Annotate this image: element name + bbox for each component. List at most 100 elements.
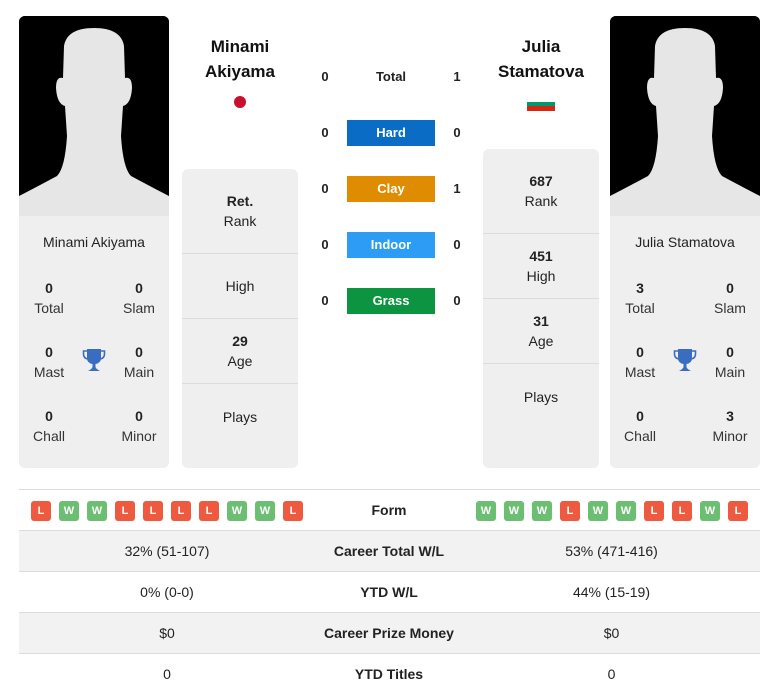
trophy-icon bbox=[82, 349, 106, 371]
surface-grass-button[interactable]: Grass bbox=[347, 288, 435, 314]
h2h-hard-row: 0 Hard 0 bbox=[315, 120, 465, 146]
h2h-right-count: 1 bbox=[453, 181, 461, 196]
h2h-total-label: Total bbox=[375, 69, 407, 84]
player-right-rank-card: 687 Rank 451 High 31 Age Plays bbox=[483, 149, 599, 468]
left-value: 32% (51-107) bbox=[124, 543, 210, 559]
left-titles-main: 0 Main bbox=[123, 344, 155, 380]
player-right-card: Julia Stamatova 3 Total 0 Slam 0 Mast 0 Main… bbox=[610, 16, 760, 468]
h2h-right-count: 0 bbox=[453, 293, 461, 308]
right-titles-mast: 0 Mast bbox=[624, 344, 656, 380]
player-right-first-name: Julia bbox=[521, 37, 561, 56]
right-high: 451 High bbox=[483, 234, 599, 299]
table-row: 0 YTD Titles 0 bbox=[19, 653, 760, 694]
row-label: Career Prize Money bbox=[324, 625, 454, 641]
right-titles-chall: 0 Chall bbox=[624, 408, 656, 444]
left-titles-mast: 0 Mast bbox=[33, 344, 65, 380]
h2h-left-count: 0 bbox=[321, 181, 329, 196]
form-win-badge[interactable]: W bbox=[59, 501, 79, 521]
left-age: 29 Age bbox=[182, 319, 298, 384]
form-loss-badge[interactable]: L bbox=[672, 501, 692, 521]
right-value: $0 bbox=[603, 625, 620, 641]
left-titles-total: 0 Total bbox=[34, 280, 64, 316]
avatar-silhouette-icon bbox=[19, 16, 169, 216]
right-titles-main: 0 Main bbox=[714, 344, 746, 380]
form-loss-badge[interactable]: L bbox=[171, 501, 191, 521]
surface-clay-button[interactable]: Clay bbox=[347, 176, 435, 202]
right-titles-minor: 3 Minor bbox=[712, 408, 748, 444]
right-titles-total: 3 Total bbox=[625, 280, 655, 316]
h2h-left-count: 0 bbox=[321, 237, 329, 252]
form-loss-badge[interactable]: L bbox=[283, 501, 303, 521]
h2h-clay-row: 0 Clay 1 bbox=[315, 176, 465, 202]
left-value: 0% (0-0) bbox=[140, 584, 194, 600]
h2h-left-count: 0 bbox=[321, 293, 329, 308]
player-left-card-name: Minami Akiyama bbox=[43, 234, 145, 250]
form-win-badge[interactable]: W bbox=[504, 501, 524, 521]
japan-flag-icon bbox=[234, 96, 246, 108]
player-right-card-name: Julia Stamatova bbox=[635, 234, 735, 250]
row-label: Career Total W/L bbox=[333, 543, 445, 559]
player-right-form: WWWLWWLLWL bbox=[476, 501, 748, 521]
table-row: 32% (51-107) Career Total W/L 53% (471-4… bbox=[19, 530, 760, 571]
form-row: LWWLLLLWWL Form WWWLWWLLWL bbox=[19, 489, 760, 530]
form-win-badge[interactable]: W bbox=[616, 501, 636, 521]
form-win-badge[interactable]: W bbox=[700, 501, 720, 521]
left-value: 0 bbox=[163, 666, 171, 682]
surface-indoor-button[interactable]: Indoor bbox=[347, 232, 435, 258]
form-loss-badge[interactable]: L bbox=[31, 501, 51, 521]
table-row: $0 Career Prize Money $0 bbox=[19, 612, 760, 653]
player-right-name-link[interactable]: Julia Stamatova bbox=[466, 34, 616, 84]
left-rank: Ret. Rank bbox=[182, 169, 298, 254]
h2h-right-count: 1 bbox=[453, 69, 461, 84]
row-label: YTD Titles bbox=[354, 666, 424, 682]
form-win-badge[interactable]: W bbox=[588, 501, 608, 521]
right-value: 53% (471-416) bbox=[565, 543, 658, 559]
trophy-icon bbox=[673, 349, 697, 371]
right-age: 31 Age bbox=[483, 299, 599, 364]
surface-hard-button[interactable]: Hard bbox=[347, 120, 435, 146]
form-loss-badge[interactable]: L bbox=[644, 501, 664, 521]
left-high: High bbox=[182, 254, 298, 319]
left-titles-minor: 0 Minor bbox=[121, 408, 157, 444]
player-right-photo bbox=[610, 16, 760, 216]
left-titles-slam: 0 Slam bbox=[123, 280, 155, 316]
row-label: YTD W/L bbox=[360, 584, 418, 600]
form-loss-badge[interactable]: L bbox=[560, 501, 580, 521]
right-value: 44% (15-19) bbox=[572, 584, 651, 600]
form-label: Form bbox=[371, 502, 407, 518]
player-left-form: LWWLLLLWWL bbox=[31, 501, 303, 521]
form-win-badge[interactable]: W bbox=[255, 501, 275, 521]
table-row: 0% (0-0) YTD W/L 44% (15-19) bbox=[19, 571, 760, 612]
right-titles-slam: 0 Slam bbox=[714, 280, 746, 316]
bulgaria-flag-icon bbox=[527, 97, 555, 111]
right-plays: Plays bbox=[523, 388, 559, 405]
left-plays: Plays bbox=[222, 408, 258, 425]
stats-table: LWWLLLLWWL Form WWWLWWLLWL 32% (51-107) … bbox=[19, 489, 760, 694]
form-loss-badge[interactable]: L bbox=[143, 501, 163, 521]
h2h-grass-row: 0 Grass 0 bbox=[315, 288, 465, 314]
player-left-last-name: Akiyama bbox=[205, 62, 275, 81]
left-titles-chall: 0 Chall bbox=[33, 408, 65, 444]
h2h-left-count: 0 bbox=[321, 125, 329, 140]
form-loss-badge[interactable]: L bbox=[728, 501, 748, 521]
player-left-name-link[interactable]: Minami Akiyama bbox=[165, 34, 315, 84]
form-win-badge[interactable]: W bbox=[227, 501, 247, 521]
player-left-card: Minami Akiyama 0 Total 0 Slam 0 Mast 0 Main … bbox=[19, 16, 169, 468]
form-win-badge[interactable]: W bbox=[476, 501, 496, 521]
h2h-total-row: 0 Total 1 bbox=[315, 64, 465, 90]
player-right-last-name: Stamatova bbox=[498, 62, 584, 81]
h2h-indoor-row: 0 Indoor 0 bbox=[315, 232, 465, 258]
right-value: 0 bbox=[607, 666, 616, 682]
avatar-silhouette-icon bbox=[610, 16, 760, 216]
player-left-photo bbox=[19, 16, 169, 216]
h2h-right-count: 0 bbox=[453, 237, 461, 252]
form-win-badge[interactable]: W bbox=[87, 501, 107, 521]
player-left-rank-card: Ret. Rank High 29 Age Plays bbox=[182, 169, 298, 468]
form-loss-badge[interactable]: L bbox=[115, 501, 135, 521]
form-loss-badge[interactable]: L bbox=[199, 501, 219, 521]
right-rank: 687 Rank bbox=[483, 149, 599, 234]
left-value: $0 bbox=[159, 625, 175, 641]
h2h-left-count: 0 bbox=[321, 69, 329, 84]
form-win-badge[interactable]: W bbox=[532, 501, 552, 521]
h2h-right-count: 0 bbox=[453, 125, 461, 140]
